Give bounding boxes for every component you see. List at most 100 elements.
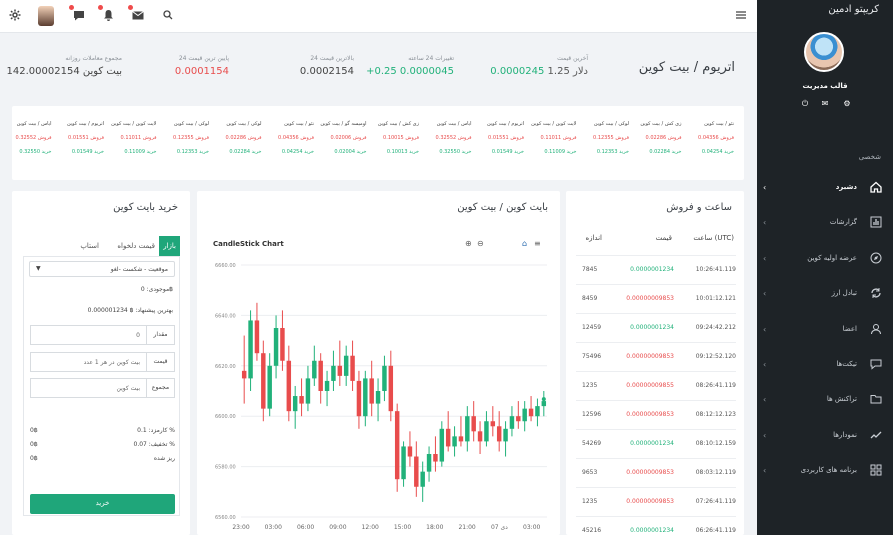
trade-price: 0.00000009853 xyxy=(626,411,674,418)
profile-avatar[interactable] xyxy=(804,32,844,72)
sidebar-item-label: نمودارها xyxy=(833,431,857,439)
candlestick-chart[interactable]: CandleStick Chart ⊕ ⊖ ⌂ ≡ 6660.00 6640.00 6620.… xyxy=(197,231,560,535)
x-tick-label: 07 دی xyxy=(491,524,508,531)
candle-body xyxy=(305,378,311,404)
search-icon[interactable] xyxy=(161,8,175,22)
ticker-pair: لوکی / بیت کوین xyxy=(173,121,209,127)
users-icon xyxy=(869,322,883,336)
ticker-item[interactable]: لوکی / بیت کوین فروش 0.12355 خرید 0.12353 xyxy=(157,121,209,156)
total-field[interactable]: مجموع بیت کوین xyxy=(30,378,175,398)
ticker-item[interactable]: اتریوم / بیت کوین فروش 0.01551 خرید 0.0154… xyxy=(472,121,524,156)
amount-field[interactable]: مقدار 0 xyxy=(30,325,175,345)
ticker-item[interactable]: نئو / بیت کوین فروش 0.04356 خرید 0.04254 xyxy=(262,121,314,156)
status-select[interactable]: موقعیت - شکست -لغو ▼ xyxy=(29,261,175,277)
y-tick-label: 6580.00 xyxy=(215,465,236,471)
ticker-item[interactable]: لوکی / بیت کوین فروش 0.12355 خرید 0.12353 xyxy=(577,121,629,156)
y-tick-label: 6640.00 xyxy=(215,313,236,319)
ticker-item[interactable]: اومیسه گو / بیت کوین فروش 0.02006 خرید 0.0… xyxy=(315,121,367,156)
ticker-item[interactable]: ایاس / بیت کوین فروش 0.32552 خرید 0.32550 xyxy=(420,121,472,156)
buy-card-title: خرید بایت کوین xyxy=(113,202,178,213)
chart-card: بایت کوین / بیت کوین CandleStick Chart ⊕ ⊖… xyxy=(197,191,560,535)
power-icon[interactable]: ⏻ xyxy=(801,100,809,108)
ticker-pair: لوکی / بیت کوین xyxy=(226,121,262,127)
filled-value: 0฿ xyxy=(30,455,38,462)
brand-logo[interactable]: کریپتو ادمین xyxy=(828,4,879,15)
user-avatar[interactable] xyxy=(38,6,54,26)
trade-price: 0.0000001234 xyxy=(630,266,674,273)
profile-name: قالب مدیریت xyxy=(802,82,848,90)
x-tick-label: 21:00 xyxy=(458,524,475,531)
buy-button[interactable]: خرید xyxy=(30,494,175,514)
candle-body xyxy=(426,454,432,472)
reset-home-icon[interactable]: ⌂ xyxy=(522,239,527,248)
ticker-item[interactable]: نئو / بیت کوین فروش 0.04356 خرید 0.04254 xyxy=(682,121,734,156)
trade-price: 0.0000001234 xyxy=(630,324,674,331)
stat-value: 0.0000245 xyxy=(490,66,545,77)
candle-body xyxy=(471,416,476,432)
ticker-sell: فروش 0.12355 xyxy=(593,135,629,141)
chart-menu-icon[interactable]: ≡ xyxy=(534,239,541,248)
chat-icon[interactable] xyxy=(69,5,86,22)
tab-market[interactable]: بازار xyxy=(159,236,180,256)
field-value: بیت کوین xyxy=(116,385,140,392)
mail-icon[interactable] xyxy=(128,5,145,22)
tab-stop[interactable]: استاپ xyxy=(80,236,99,256)
trade-time: 10:01:12.121 xyxy=(695,295,736,302)
sidebar-item[interactable]: ‹ گزارشات xyxy=(757,212,893,232)
chevron-left-icon: ‹ xyxy=(763,394,767,404)
ticker-sell: فروش 0.02006 xyxy=(330,135,367,141)
price-field[interactable]: قیمت بیت کوین در هر 1 عدد xyxy=(30,352,175,372)
candle-body xyxy=(312,360,317,379)
ticker-item[interactable]: لایت کوین / بیت کوین فروش 0.11011 خرید 0.1… xyxy=(525,121,577,156)
trade-row: 08:12:12.123 0.00000009853 12596 xyxy=(576,400,736,428)
sidebar-item-label: برنامه های کاربردی xyxy=(800,466,857,474)
candle-body xyxy=(267,365,272,409)
zoom-out-icon[interactable]: ⊖ xyxy=(477,239,484,248)
exchange-icon xyxy=(869,286,883,300)
candle-body xyxy=(394,411,400,480)
sidebar-item[interactable]: ‹ دشبرد xyxy=(757,177,893,197)
sidebar-item[interactable]: ‹ تبادل ارز xyxy=(757,283,893,303)
ticker-item[interactable]: اتریوم / بیت کوین فروش 0.01551 خرید 0.0154… xyxy=(52,121,104,156)
sidebar-item[interactable]: ‹ عرضه اولیه کوین xyxy=(757,248,893,268)
trade-row: 10:01:12.121 0.00000009853 8459 xyxy=(576,284,736,312)
candle-body xyxy=(280,328,285,361)
sidebar-item[interactable]: ‹ نمودارها xyxy=(757,425,893,445)
candle-body xyxy=(458,436,464,442)
sidebar-item[interactable]: ‹ اعضا xyxy=(757,319,893,339)
ticker-sell: فروش 0.11011 xyxy=(540,135,577,141)
candle-body xyxy=(433,454,438,462)
bell-icon[interactable] xyxy=(98,5,115,22)
settings-gear-icon[interactable] xyxy=(8,8,22,22)
folder-icon xyxy=(869,392,883,406)
ticker-item[interactable]: زی کش / بیت کوین فروش 0.10015 خرید 0.10013 xyxy=(367,121,419,156)
ticker-item[interactable]: زی کش / بیت کوین فروش 0.02286 خرید 0.02284 xyxy=(630,121,682,156)
candle-body xyxy=(292,396,298,412)
ticker-item[interactable]: ایاس / بیت کوین فروش 0.32552 خرید 0.32550 xyxy=(0,121,52,156)
trade-row: 09:12:52.120 0.00000009853 75496 xyxy=(576,342,736,370)
ticker-buy: خرید 0.12353 xyxy=(176,149,209,155)
candle-body xyxy=(241,370,247,379)
tab-limit[interactable]: قیمت دلخواه xyxy=(117,236,155,256)
x-tick-label: 03:00 xyxy=(265,524,282,531)
candle-body xyxy=(535,406,540,417)
pair-title: اتریوم / بیت کوین xyxy=(638,60,735,75)
chevron-left-icon: ‹ xyxy=(763,182,767,192)
candle-body xyxy=(477,431,483,442)
zoom-in-icon[interactable]: ⊕ xyxy=(465,239,472,248)
ticker-item[interactable]: لوکی / بیت کوین فروش 0.02286 خرید 0.02284 xyxy=(210,121,262,156)
settings-gear-icon[interactable]: ⚙ xyxy=(843,100,851,108)
menu-hamburger-icon[interactable] xyxy=(734,8,748,22)
sidebar-item[interactable]: ‹ تراکنش ها xyxy=(757,389,893,409)
y-tick-label: 6620.00 xyxy=(215,364,236,370)
candle-body xyxy=(490,421,496,427)
ticker-item[interactable]: لایت کوین / بیت کوین فروش 0.11011 خرید 0.1… xyxy=(105,121,156,156)
sidebar-item[interactable]: ‹ تیکت‌ها xyxy=(757,354,893,374)
col-header-size: اندازه xyxy=(585,234,602,242)
mail-icon[interactable]: ✉ xyxy=(821,100,829,108)
sidebar-item-label: تبادل ارز xyxy=(831,289,857,297)
candle-body xyxy=(484,421,489,442)
trade-price: 0.00000009853 xyxy=(626,295,674,302)
sidebar-item[interactable]: ‹ برنامه های کاربردی xyxy=(757,460,893,480)
ticker-pair: زی کش / بیت کوین xyxy=(640,121,682,127)
